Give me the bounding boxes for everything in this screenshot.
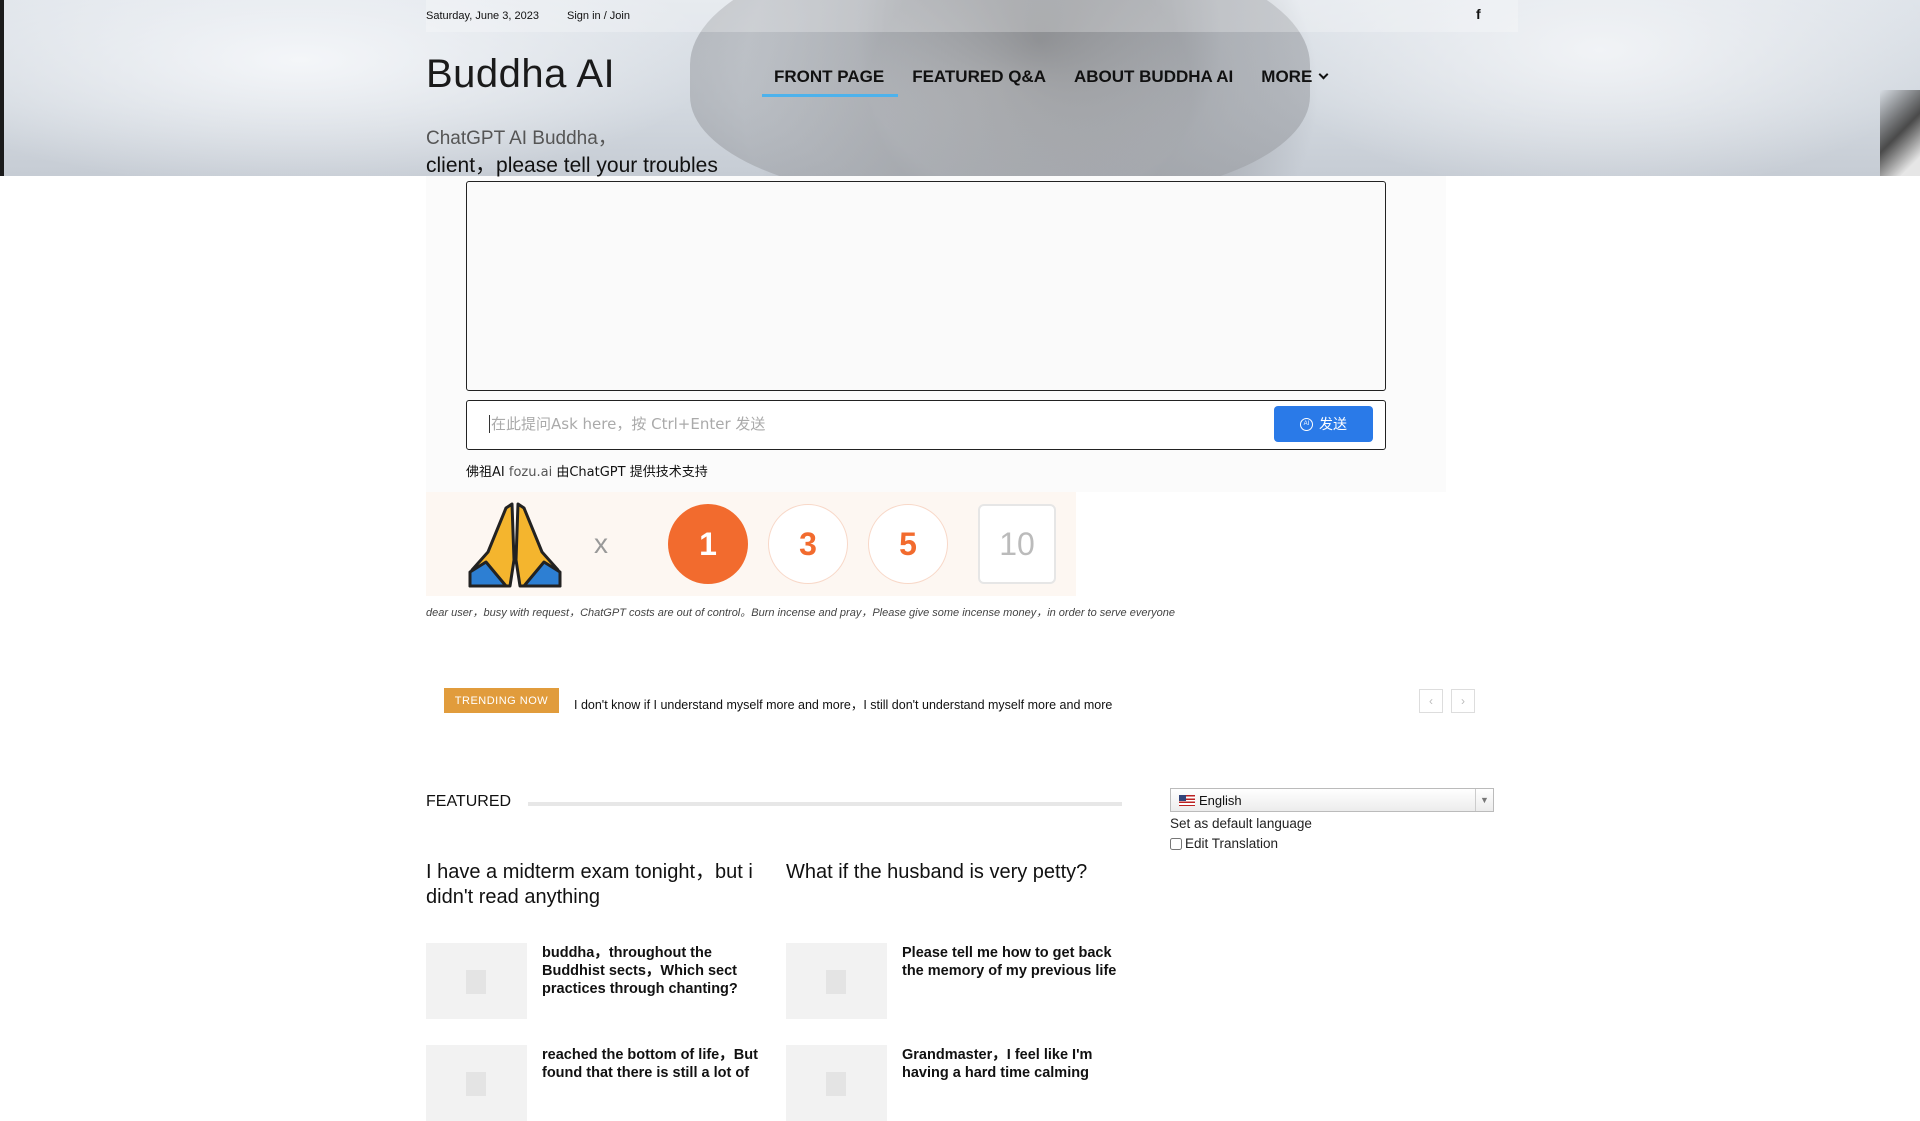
top-bar: Saturday, June 3, 2023 Sign in / Join f bbox=[426, 0, 1518, 32]
nav-label: ABOUT BUDDHA AI bbox=[1073, 67, 1234, 86]
nav-more[interactable]: MORE bbox=[1247, 64, 1341, 100]
site-title[interactable]: Buddha AI bbox=[426, 52, 615, 97]
article-thumbnail[interactable] bbox=[426, 1045, 527, 1121]
trending-next-button[interactable]: › bbox=[1451, 689, 1475, 713]
featured-article-title[interactable]: I have a midterm exam tonight，but i didn… bbox=[426, 860, 756, 910]
header-banner: Saturday, June 3, 2023 Sign in / Join f … bbox=[0, 0, 1920, 176]
document-icon bbox=[466, 1072, 486, 1096]
donate-option-5[interactable]: 5 bbox=[868, 504, 948, 584]
send-label: 发送 bbox=[1319, 416, 1347, 432]
chat-response-area[interactable] bbox=[466, 181, 1386, 391]
nav-label: MORE bbox=[1261, 67, 1313, 86]
chat-input-box: AI 发送 bbox=[466, 400, 1386, 450]
dropdown-arrow-icon: ▼ bbox=[1475, 789, 1493, 811]
powered-by-text: 佛祖AI fozu.ai 由ChatGPT 提供技术支持 bbox=[466, 461, 708, 480]
donate-option-10[interactable]: 10 bbox=[978, 504, 1056, 584]
current-date: Saturday, June 3, 2023 bbox=[426, 10, 539, 22]
powered-by-site[interactable]: fozu.ai bbox=[509, 465, 552, 480]
sign-in-link[interactable]: Sign in / Join bbox=[567, 10, 630, 22]
send-button[interactable]: AI 发送 bbox=[1274, 406, 1373, 442]
main-nav: FRONT PAGE FEATURED Q&A ABOUT BUDDHA AI … bbox=[760, 64, 1341, 100]
multiply-sign: x bbox=[594, 528, 608, 559]
nav-about[interactable]: ABOUT BUDDHA AI bbox=[1060, 64, 1247, 100]
edit-translation-label: Edit Translation bbox=[1185, 836, 1279, 851]
selected-language: English bbox=[1199, 792, 1242, 808]
article-link[interactable]: Please tell me how to get back the memor… bbox=[902, 944, 1122, 980]
article-link[interactable]: reached the bottom of life，But found tha… bbox=[542, 1046, 762, 1082]
article-thumbnail[interactable] bbox=[426, 943, 527, 1019]
us-flag-icon bbox=[1179, 794, 1195, 806]
chevron-down-icon bbox=[1318, 69, 1329, 80]
question-input[interactable] bbox=[489, 415, 1189, 433]
praying-hands-icon bbox=[468, 502, 562, 588]
ai-icon: AI bbox=[1300, 417, 1313, 431]
trending-headline[interactable]: I don't know if I understand myself more… bbox=[574, 694, 1112, 713]
donate-option-3[interactable]: 3 bbox=[768, 504, 848, 584]
donation-panel: x 1 3 5 10 bbox=[426, 492, 1076, 596]
trending-badge: TRENDING NOW bbox=[444, 688, 559, 713]
banner-edge bbox=[0, 0, 4, 176]
edit-translation-toggle[interactable]: Edit Translation bbox=[1170, 836, 1278, 851]
donation-notice: dear user，busy with request，ChatGPT cost… bbox=[426, 607, 1175, 619]
set-default-language-link[interactable]: Set as default language bbox=[1170, 816, 1312, 831]
site-tagline-line2: client，please tell your troubles bbox=[426, 154, 718, 177]
document-icon bbox=[466, 970, 486, 994]
document-icon bbox=[826, 970, 846, 994]
powered-by-prefix: 佛祖AI bbox=[466, 465, 505, 480]
trending-prev-button[interactable]: ‹ bbox=[1419, 689, 1443, 713]
featured-article-title[interactable]: What if the husband is very petty? bbox=[786, 860, 1116, 885]
powered-by-suffix: 由ChatGPT 提供技术支持 bbox=[556, 465, 708, 480]
site-tagline: ChatGPT AI Buddha， bbox=[426, 128, 617, 149]
nav-featured-qa[interactable]: FEATURED Q&A bbox=[898, 64, 1060, 100]
article-thumbnail[interactable] bbox=[786, 1045, 887, 1121]
language-select[interactable]: English ▼ bbox=[1170, 788, 1494, 812]
document-icon bbox=[826, 1072, 846, 1096]
nav-front-page[interactable]: FRONT PAGE bbox=[760, 64, 899, 100]
nav-label: FRONT PAGE bbox=[774, 67, 885, 86]
facebook-icon[interactable]: f bbox=[1476, 6, 1481, 22]
featured-heading: FEATURED bbox=[426, 793, 512, 810]
section-divider bbox=[528, 802, 1122, 806]
article-thumbnail[interactable] bbox=[786, 943, 887, 1019]
banner-edge bbox=[1880, 90, 1920, 176]
nav-label: FEATURED Q&A bbox=[912, 67, 1046, 86]
edit-translation-checkbox[interactable] bbox=[1170, 837, 1182, 850]
article-link[interactable]: Grandmaster，I feel like I'm having a har… bbox=[902, 1046, 1122, 1082]
article-link[interactable]: buddha，throughout the Buddhist sects，Whi… bbox=[542, 944, 762, 998]
donate-option-1[interactable]: 1 bbox=[668, 504, 748, 584]
